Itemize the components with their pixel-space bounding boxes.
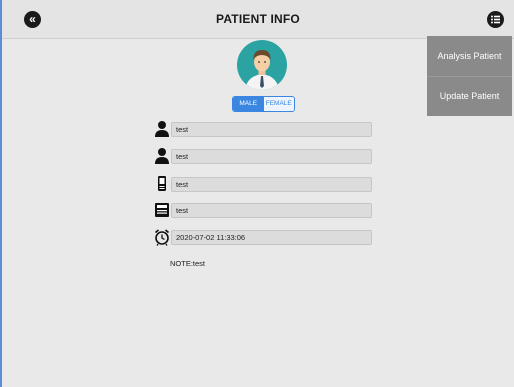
person-icon <box>155 148 169 164</box>
menu-item-update-patient[interactable]: Update Patient <box>427 76 512 116</box>
last-name-field[interactable]: test <box>171 149 372 164</box>
last-name-value: test <box>176 152 189 161</box>
first-name-field[interactable]: test <box>171 122 372 137</box>
phone-icon <box>158 176 166 191</box>
phone-field[interactable]: test <box>171 177 372 192</box>
datetime-field[interactable]: 2020-07-02 11:33:06 <box>171 230 372 245</box>
field-row-last-name: test <box>154 148 372 164</box>
field-row-datetime: 2020-07-02 11:33:06 <box>154 229 372 246</box>
page-title: PATIENT INFO <box>216 12 300 26</box>
id-value: test <box>176 206 189 215</box>
field-row-phone: test <box>154 176 372 192</box>
first-name-value: test <box>176 125 189 134</box>
top-bar: « PATIENT INFO <box>2 0 514 39</box>
person-icon <box>155 121 169 137</box>
id-field[interactable]: test <box>171 203 372 218</box>
datetime-value: 2020-07-02 11:33:06 <box>176 233 246 242</box>
menu-button[interactable] <box>487 11 504 28</box>
list-icon <box>491 15 500 24</box>
alarm-clock-icon <box>154 229 170 246</box>
gender-female-option[interactable]: FEMALE <box>263 97 294 111</box>
gender-toggle[interactable]: MALE FEMALE <box>232 96 295 112</box>
field-row-first-name: test <box>154 121 372 137</box>
field-row-id: test <box>154 202 372 218</box>
menu-item-analysis-patient[interactable]: Analysis Patient <box>427 36 512 77</box>
avatar <box>237 40 287 90</box>
dropdown-menu: Analysis Patient Update Patient <box>427 36 512 116</box>
note-text: NOTE:test <box>170 259 206 268</box>
phone-value: test <box>176 180 189 189</box>
gender-male-option[interactable]: MALE <box>233 97 264 111</box>
id-card-icon <box>155 203 169 217</box>
window-edge <box>0 0 2 387</box>
